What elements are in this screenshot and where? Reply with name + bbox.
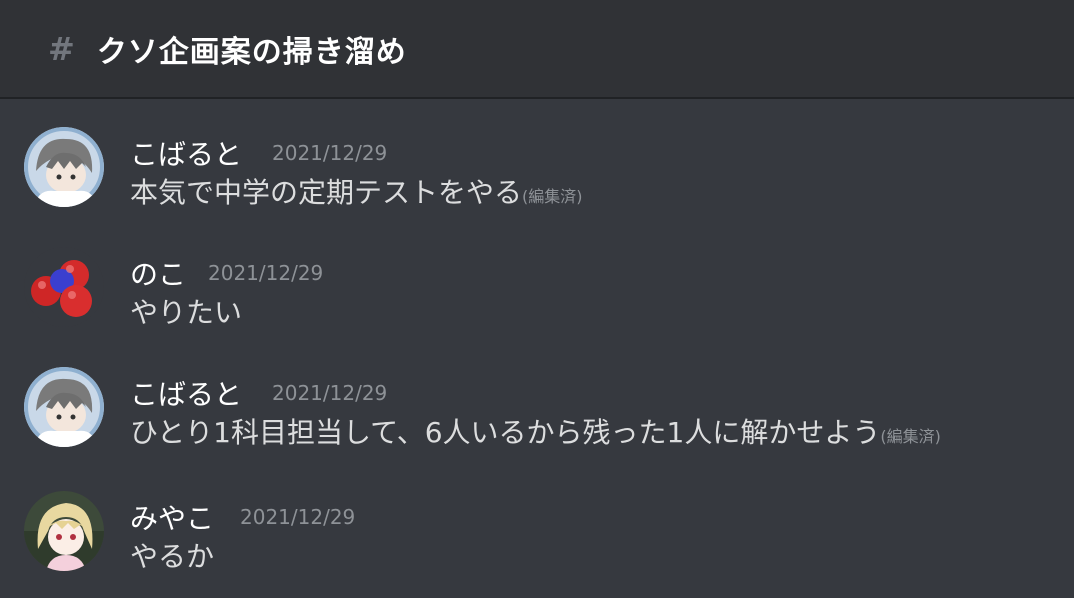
miyako-avatar-icon	[24, 491, 104, 571]
message-content: やりたい	[130, 291, 242, 331]
message-timestamp: 2021/12/29	[240, 505, 356, 529]
user-avatar[interactable]	[24, 247, 104, 327]
message-text: 本気で中学の定期テストをやる	[130, 176, 523, 209]
edited-label: (編集済)	[880, 427, 941, 446]
message-author[interactable]: のこ	[130, 253, 186, 293]
message-content: やるか	[130, 535, 214, 575]
message-text: やるか	[130, 540, 215, 573]
channel-header: # クソ企画案の掃き溜め	[0, 0, 1074, 99]
message-timestamp: 2021/12/29	[272, 141, 388, 165]
message-author[interactable]: こばると	[130, 133, 242, 173]
user-avatar[interactable]	[24, 127, 104, 207]
message-item: のこ 2021/12/29 やりたい	[0, 245, 1074, 345]
message-text: やりたい	[130, 296, 243, 329]
message-timestamp: 2021/12/29	[272, 381, 388, 405]
channel-hash-icon: #	[48, 29, 75, 68]
message-author[interactable]: みやこ	[130, 497, 214, 537]
edited-label: (編集済)	[522, 187, 583, 206]
message-item: みやこ 2021/12/29 やるか	[0, 489, 1074, 589]
user-avatar[interactable]	[24, 367, 104, 447]
channel-title: クソ企画案の掃き溜め	[96, 34, 407, 70]
message-author[interactable]: こばると	[130, 373, 242, 413]
message-item: こばると 2021/12/29 ひとり1科目担当して、6人いるから残った1人に解…	[0, 365, 1074, 465]
kobaruto-avatar-icon	[24, 127, 104, 207]
kobaruto-avatar-icon	[24, 367, 104, 447]
user-avatar[interactable]	[24, 491, 104, 571]
message-item: こばると 2021/12/29 本気で中学の定期テストをやる(編集済)	[0, 125, 1074, 225]
molecule-avatar-icon	[24, 247, 104, 327]
message-timestamp: 2021/12/29	[208, 261, 324, 285]
message-content: 本気で中学の定期テストをやる(編集済)	[130, 171, 583, 211]
message-text: ひとり1科目担当して、6人いるから残った1人に解かせよう	[130, 416, 881, 449]
message-content: ひとり1科目担当して、6人いるから残った1人に解かせよう(編集済)	[130, 411, 941, 451]
